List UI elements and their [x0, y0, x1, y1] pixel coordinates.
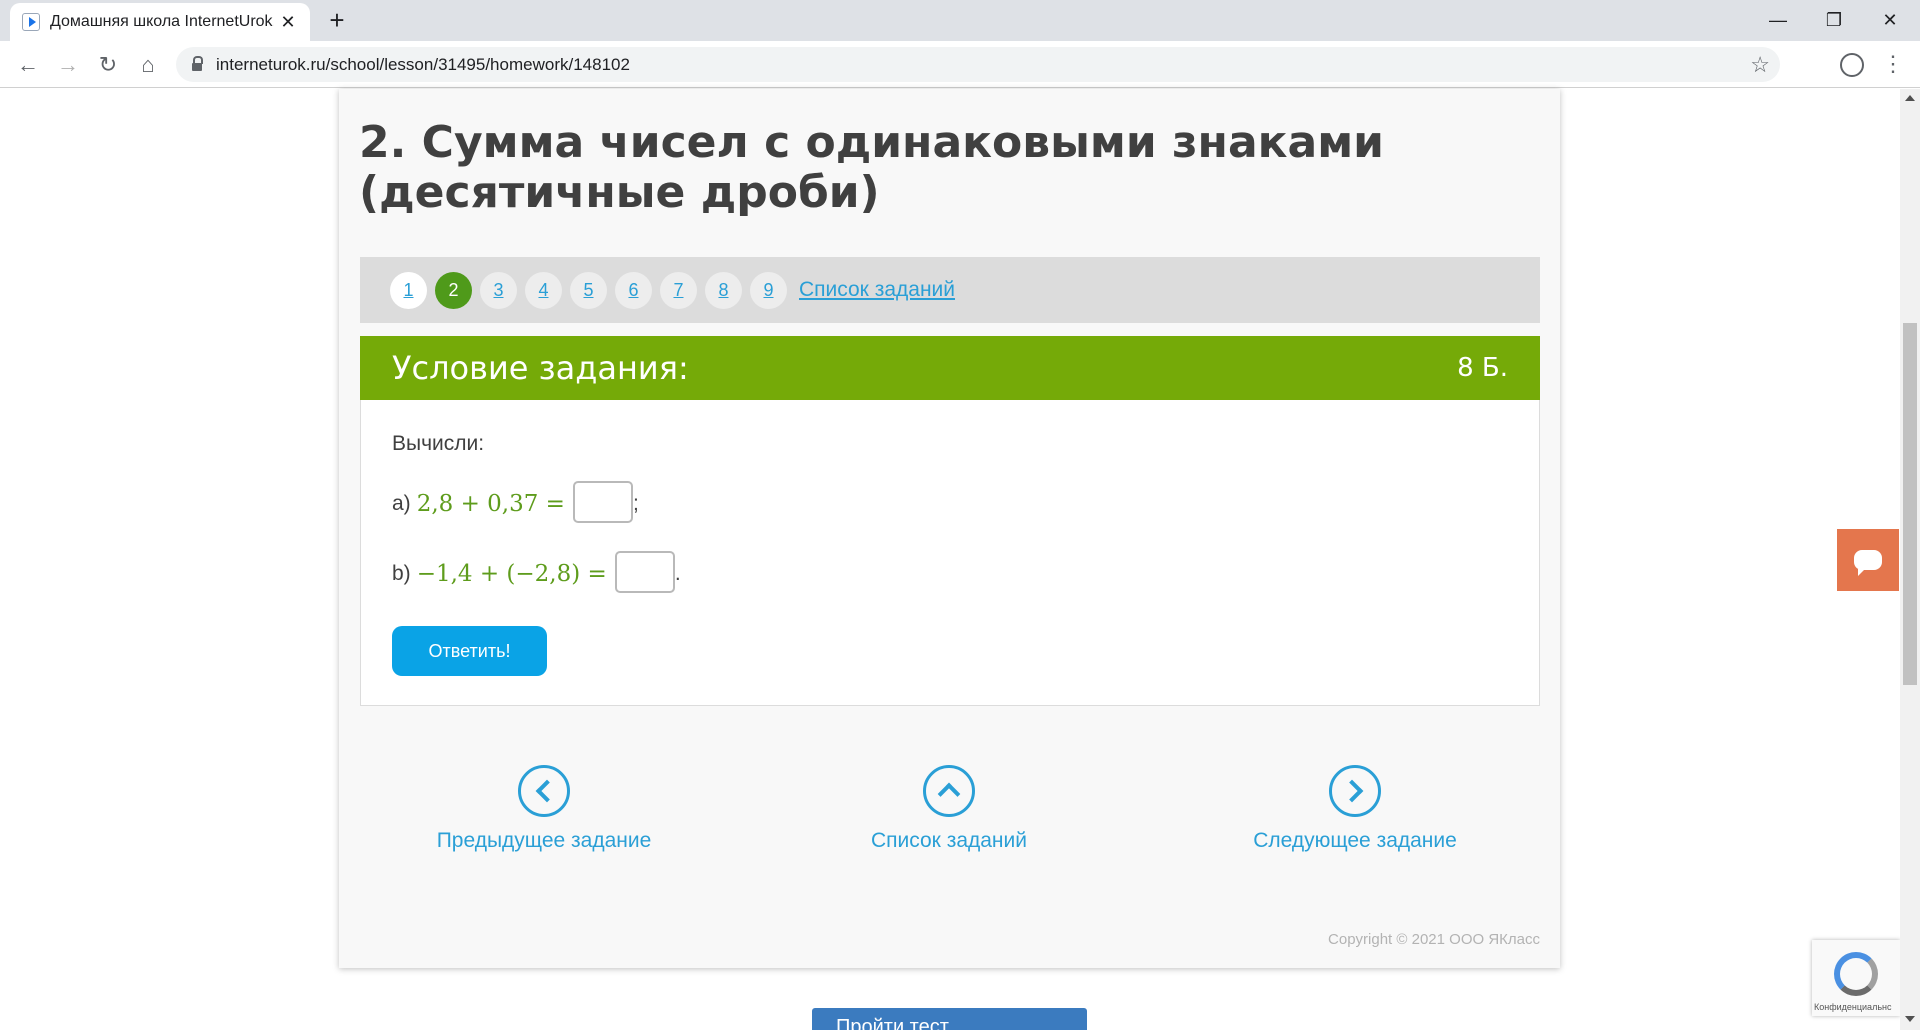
scrollbar-thumb[interactable]: [1903, 323, 1917, 685]
page-scrollbar[interactable]: [1900, 89, 1920, 1030]
prev-task-label[interactable]: Предыдущее задание: [437, 829, 652, 853]
site-favicon-icon: [22, 13, 40, 31]
forward-arrow-icon[interactable]: →: [52, 49, 84, 81]
chevron-up-icon[interactable]: [923, 765, 975, 817]
close-window-button[interactable]: ✕: [1862, 0, 1918, 41]
bookmark-star-icon[interactable]: ☆: [1750, 52, 1770, 78]
task-score: 8 Б.: [1457, 353, 1508, 383]
minimize-button[interactable]: —: [1750, 0, 1806, 41]
recaptcha-privacy-text[interactable]: Конфиденциальнс: [1814, 1002, 1898, 1012]
chat-icon: [1854, 550, 1882, 576]
browser-titlebar: Домашняя школа InternetUrok.r ✕ + — ❐ ✕: [0, 0, 1920, 41]
lesson-title: 2. Сумма чисел с одинаковыми знаками (де…: [359, 117, 1384, 218]
profile-icon[interactable]: [1840, 53, 1864, 77]
part-b-expression: −1,4 + (−2,8) =: [416, 560, 607, 587]
home-icon[interactable]: ⌂: [132, 49, 164, 81]
recaptcha-badge[interactable]: Конфиденциальнс: [1812, 940, 1900, 1016]
maximize-button[interactable]: ❐: [1806, 0, 1862, 41]
task-number-nav: 1 2 3 4 5 6 7 8 9 Список заданий: [360, 257, 1540, 323]
copyright-text: Copyright © 2021 ООО ЯКласс: [1328, 931, 1540, 948]
chat-button[interactable]: [1837, 529, 1899, 591]
task-list-link[interactable]: Список заданий: [799, 278, 955, 302]
next-task-link[interactable]: Следующее задание: [1225, 765, 1485, 853]
browser-menu-icon[interactable]: ⋮: [1882, 51, 1904, 77]
task-part-b: b) −1,4 + (−2,8) = .: [392, 551, 681, 593]
url-text[interactable]: interneturok.ru/school/lesson/31495/home…: [216, 55, 630, 75]
task-number-link[interactable]: 4: [525, 271, 562, 309]
address-bar[interactable]: interneturok.ru/school/lesson/31495/home…: [176, 47, 1780, 82]
task-prompt: Вычисли:: [392, 432, 485, 455]
next-task-label[interactable]: Следующее задание: [1253, 829, 1457, 853]
task-header-title: Условие задания:: [392, 349, 689, 387]
scroll-up-arrow-icon[interactable]: [1905, 95, 1915, 101]
reload-icon[interactable]: ↻: [92, 49, 124, 81]
task-number-link[interactable]: 6: [615, 271, 652, 309]
chevron-right-icon[interactable]: [1329, 765, 1381, 817]
browser-tab[interactable]: Домашняя школа InternetUrok.r ✕: [10, 3, 310, 41]
task-number-link[interactable]: 3: [480, 271, 517, 309]
bottom-action-button[interactable]: Пройти тест: [812, 1008, 1087, 1030]
task-number-link[interactable]: 8: [705, 271, 742, 309]
submit-answer-button[interactable]: Ответить!: [392, 626, 547, 676]
task-number-link[interactable]: 5: [570, 271, 607, 309]
back-arrow-icon[interactable]: ←: [12, 49, 44, 81]
tab-close-icon[interactable]: ✕: [278, 12, 298, 33]
task-number-link[interactable]: 1: [390, 271, 427, 309]
task-list-bottom-link[interactable]: Список заданий: [819, 765, 1079, 853]
task-number-link[interactable]: 9: [750, 271, 787, 309]
part-b-suffix: .: [674, 561, 681, 585]
part-a-suffix: ;: [632, 491, 639, 515]
task-number-current[interactable]: 2: [435, 271, 472, 309]
task-list-bottom-label[interactable]: Список заданий: [871, 829, 1027, 853]
scroll-down-arrow-icon[interactable]: [1905, 1016, 1915, 1022]
task-part-a: a) 2,8 + 0,37 = ;: [392, 481, 639, 523]
part-a-answer-input[interactable]: [572, 481, 633, 523]
part-a-label: a): [392, 491, 411, 515]
task-number-link[interactable]: 7: [660, 271, 697, 309]
part-a-expression: 2,8 + 0,37 =: [416, 490, 565, 517]
browser-toolbar: ← → ↻ ⌂ interneturok.ru/school/lesson/31…: [0, 41, 1920, 88]
task-header: Условие задания: 8 Б.: [360, 336, 1540, 400]
new-tab-button[interactable]: +: [322, 6, 352, 36]
part-b-label: b): [392, 561, 411, 585]
lock-icon[interactable]: [192, 55, 203, 71]
chevron-left-icon[interactable]: [518, 765, 570, 817]
prev-task-link[interactable]: Предыдущее задание: [414, 765, 674, 853]
task-body: Вычисли: a) 2,8 + 0,37 = ; b) −1,4 + (−2…: [360, 400, 1540, 706]
recaptcha-logo-icon: [1834, 952, 1878, 996]
part-b-answer-input[interactable]: [614, 551, 675, 593]
tab-title: Домашняя школа InternetUrok.r: [50, 13, 274, 30]
